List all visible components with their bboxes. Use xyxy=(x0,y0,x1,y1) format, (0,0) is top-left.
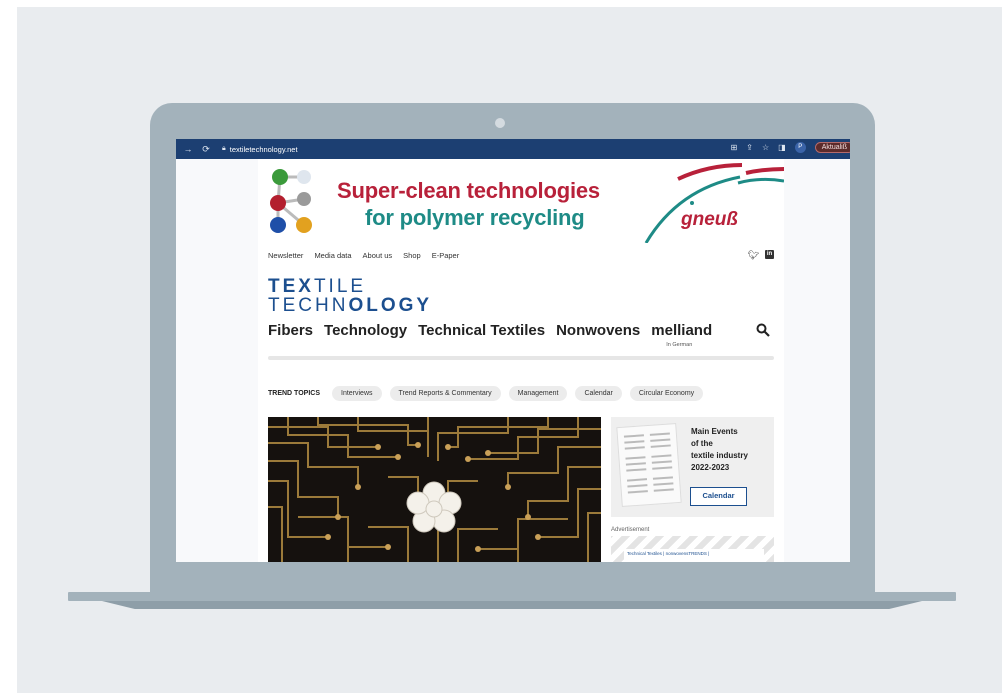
bookmark-star-icon[interactable]: ☆ xyxy=(762,143,769,152)
search-icon[interactable] xyxy=(756,323,770,337)
profile-avatar[interactable]: P xyxy=(794,142,806,153)
calendar-image xyxy=(616,423,682,507)
share-icon[interactable]: ⇪ xyxy=(746,143,753,152)
reload-icon[interactable]: ⟳ xyxy=(200,144,212,155)
events-title: Main Events of the textile industry 2022… xyxy=(691,427,748,472)
nav-shop[interactable]: Shop xyxy=(403,251,421,260)
site-logo[interactable]: TEXTILE TECHNOLOGY xyxy=(268,277,432,315)
translate-icon[interactable]: ⊞ xyxy=(731,143,738,152)
molecule-icon xyxy=(270,169,312,233)
laptop-screen: → ⟳ 🔒︎ textiletechnology.net ⊞ ⇪ ☆ ◨ P A… xyxy=(176,139,850,562)
nav-about-us[interactable]: About us xyxy=(363,251,393,260)
linkedin-icon[interactable]: in xyxy=(765,250,774,259)
nav-media-data[interactable]: Media data xyxy=(314,251,351,260)
calendar-button[interactable]: Calendar xyxy=(690,487,747,506)
laptop-camera xyxy=(495,118,505,128)
trend-chip-trend-reports[interactable]: Trend Reports & Commentary xyxy=(389,386,501,401)
nav-technical-textiles[interactable]: Technical Textiles xyxy=(418,322,545,339)
nav-melliand[interactable]: melliand In German xyxy=(651,322,712,348)
browser-toolbar: → ⟳ 🔒︎ textiletechnology.net ⊞ ⇪ ☆ ◨ P A… xyxy=(176,139,850,159)
forward-icon[interactable]: → xyxy=(182,144,194,154)
trend-chip-calendar[interactable]: Calendar xyxy=(575,386,622,401)
site-content: Newsletter Media data About us Shop E-Pa… xyxy=(258,243,784,562)
update-button[interactable]: Aktualiß xyxy=(814,142,850,153)
laptop-base-foot xyxy=(102,601,922,609)
in-german-note: In German xyxy=(666,342,693,348)
main-nav: Fibers Technology Technical Textiles Non… xyxy=(268,322,712,348)
nav-newsletter[interactable]: Newsletter xyxy=(268,251,303,260)
ad-headline-2: for polymer recycling xyxy=(365,205,585,230)
sidebar-ad-text: Technical Textiles | nonwovensTRENDS | xyxy=(624,549,764,562)
circuit-cotton-image xyxy=(268,417,601,562)
address-bar[interactable]: textiletechnology.net xyxy=(230,145,298,154)
sidepanel-icon[interactable]: ◨ xyxy=(778,143,786,152)
nav-fibers[interactable]: Fibers xyxy=(268,322,313,339)
gneuss-logo: gneuß xyxy=(681,209,738,230)
ad-headline-1: Super-clean technologies xyxy=(337,178,600,203)
laptop-base xyxy=(68,592,956,601)
advertisement-label: Advertisement xyxy=(611,527,650,533)
events-teaser[interactable]: Main Events of the textile industry 2022… xyxy=(611,417,774,517)
trend-topics-bar: TREND TOPICS Interviews Trend Reports & … xyxy=(268,386,704,401)
social-links: 🐦︎ in xyxy=(748,250,774,261)
trend-topics-label: TREND TOPICS xyxy=(268,390,320,397)
nav-divider xyxy=(268,356,774,360)
nav-nonwovens[interactable]: Nonwovens xyxy=(556,322,640,339)
trend-chip-circular-economy[interactable]: Circular Economy xyxy=(629,386,704,401)
trend-chip-management[interactable]: Management xyxy=(508,386,568,401)
nav-e-paper[interactable]: E-Paper xyxy=(432,251,460,260)
twitter-icon[interactable]: 🐦︎ xyxy=(748,250,759,261)
browser-actions: ⊞ ⇪ ☆ ◨ P Aktualiß xyxy=(731,142,850,153)
lock-icon[interactable]: 🔒︎ xyxy=(222,145,226,153)
top-nav: Newsletter Media data About us Shop E-Pa… xyxy=(268,251,459,260)
ad-banner[interactable]: Super-clean technologies for polymer rec… xyxy=(258,159,784,243)
nav-technology[interactable]: Technology xyxy=(324,322,407,339)
trend-chip-interviews[interactable]: Interviews xyxy=(332,386,382,401)
web-page: Super-clean technologies for polymer rec… xyxy=(176,159,850,562)
hero-image[interactable] xyxy=(268,417,601,562)
